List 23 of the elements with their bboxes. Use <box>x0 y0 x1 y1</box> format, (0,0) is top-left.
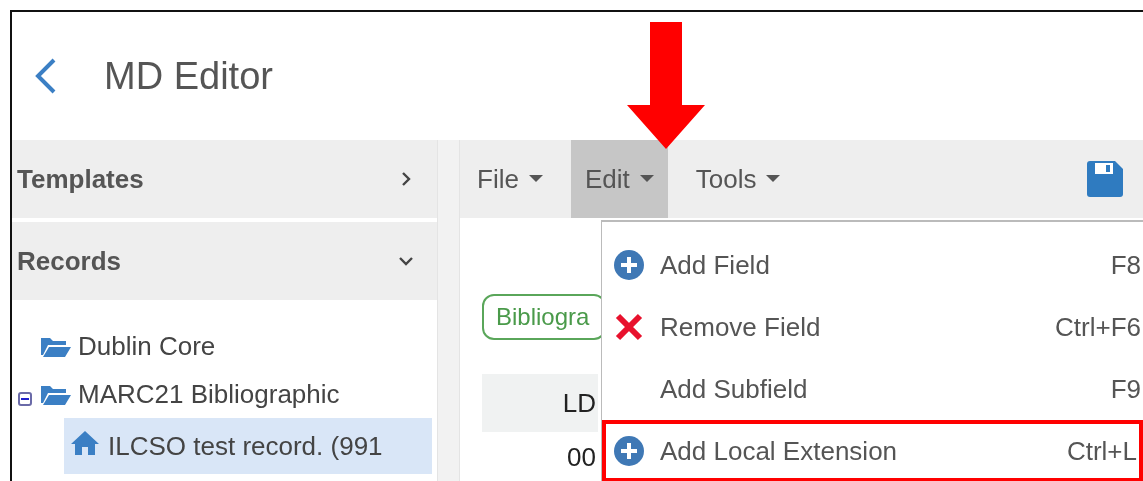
menu-item[interactable]: Add Field F8 <box>602 234 1143 296</box>
caret-icon <box>528 175 543 183</box>
menu-button[interactable]: File <box>463 140 557 218</box>
window-title: MD Editor <box>104 54 273 98</box>
field-tag: LD <box>482 374 598 432</box>
sidebar-section[interactable]: Templates <box>12 140 437 218</box>
menu-button[interactable]: Edit <box>570 140 668 218</box>
menu-item[interactable]: Add Subfield F9 <box>602 358 1143 420</box>
house-icon <box>70 430 100 456</box>
sidebar-section[interactable]: Records <box>12 222 437 300</box>
tree-item[interactable]: Dublin Core <box>78 330 216 362</box>
close-icon <box>614 312 644 342</box>
collapse-toggle[interactable] <box>18 392 32 406</box>
menu-button[interactable]: Tools <box>681 140 795 218</box>
tree-item[interactable]: ILCSO test record. (991 <box>64 418 432 474</box>
plus-circle-icon <box>614 436 644 466</box>
menu-item[interactable]: Add Local Extension Ctrl+L <box>602 420 1143 481</box>
plus-circle-icon <box>614 250 644 280</box>
field-tag: 00 <box>482 432 598 481</box>
save-icon[interactable] <box>1087 161 1123 197</box>
caret-icon <box>766 175 781 183</box>
caret-icon <box>639 175 654 183</box>
tree-item[interactable]: MARC21 Bibliographic <box>78 378 340 410</box>
